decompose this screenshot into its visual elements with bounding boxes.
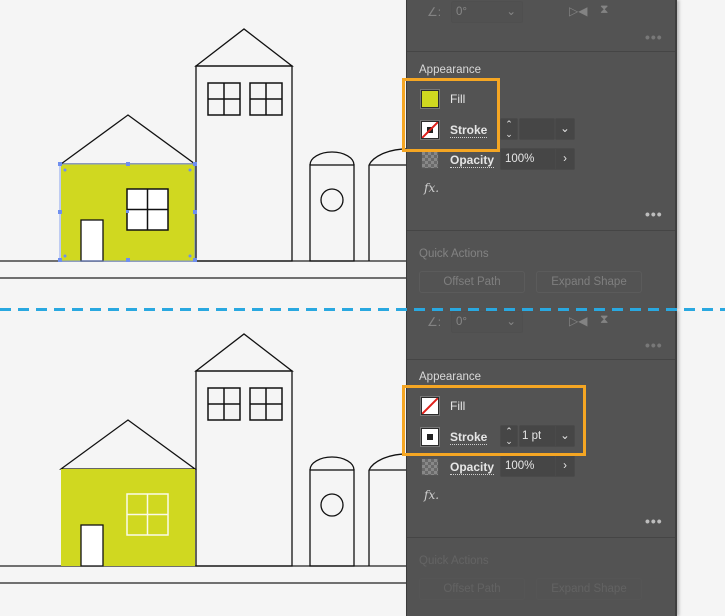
- offset-path-button[interactable]: Offset Path: [419, 271, 525, 293]
- stroke-weight-field[interactable]: [519, 118, 555, 140]
- rotate-angle-field[interactable]: 0° ⌄: [451, 311, 523, 333]
- before-state: ∠: 0° ⌄ ▷◀ ⧗ ••• Appearance Fill Stroke ⌃…: [0, 0, 725, 310]
- round-window: [320, 493, 344, 517]
- rotate-angle-field[interactable]: 0° ⌄: [451, 1, 523, 23]
- opacity-icon: [421, 458, 439, 476]
- fx-effects-button[interactable]: fx.: [424, 181, 439, 195]
- transform-more-button[interactable]: •••: [645, 337, 663, 353]
- tower-body: [195, 65, 293, 262]
- opacity-field[interactable]: 100%: [500, 148, 558, 170]
- expand-shape-button[interactable]: Expand Shape: [536, 271, 642, 293]
- arch-building-2-roof: [368, 453, 411, 471]
- opacity-expand-button[interactable]: ›: [555, 148, 575, 170]
- house-window: [126, 188, 169, 231]
- flip-vertical-icon[interactable]: ⧗: [600, 312, 608, 327]
- angle-icon: ∠:: [427, 5, 442, 19]
- quick-actions-title: Quick Actions: [419, 555, 489, 567]
- comparison-divider: [0, 308, 725, 311]
- appearance-more-button[interactable]: •••: [645, 206, 663, 222]
- appearance-title: Appearance: [419, 64, 482, 76]
- flip-horizontal-icon[interactable]: ▷◀: [569, 314, 587, 328]
- round-window: [320, 188, 344, 212]
- arch-building-body: [309, 164, 355, 262]
- stroke-weight-stepper[interactable]: ⌃ ⌄: [500, 118, 518, 140]
- properties-panel: ∠: 0° ⌄ ▷◀ ⧗ ••• Appearance Fill Stroke ⌃…: [406, 0, 677, 310]
- properties-panel: ∠: 0° ⌄ ▷◀ ⧗ ••• Appearance Fill Stroke ⌃…: [406, 310, 677, 616]
- offset-path-button[interactable]: Offset Path: [419, 578, 525, 600]
- opacity-icon: [421, 151, 439, 169]
- transform-more-button[interactable]: •••: [645, 29, 663, 45]
- opacity-label[interactable]: Opacity: [450, 460, 495, 475]
- stroke-weight-dropdown[interactable]: ⌄: [555, 118, 575, 140]
- flip-vertical-icon[interactable]: ⧗: [600, 2, 608, 17]
- house-roof: [59, 419, 197, 470]
- fx-effects-button[interactable]: fx.: [424, 488, 439, 502]
- appearance-title: Appearance: [419, 371, 482, 383]
- tower-roof: [194, 28, 294, 67]
- highlight-box: [402, 78, 500, 152]
- arch-building-roof: [309, 456, 355, 471]
- tower-window-right: [249, 82, 283, 116]
- expand-shape-button[interactable]: Expand Shape: [536, 578, 642, 600]
- appearance-more-button[interactable]: •••: [645, 513, 663, 529]
- house-door: [80, 219, 104, 262]
- highlight-box: [402, 385, 586, 456]
- chevron-down-icon[interactable]: ⌄: [506, 312, 516, 332]
- arch-building-body: [309, 469, 355, 567]
- tower-window-right: [249, 387, 283, 421]
- tower-window-left: [207, 387, 241, 421]
- house-door: [80, 524, 104, 567]
- flip-horizontal-icon[interactable]: ▷◀: [569, 4, 587, 18]
- opacity-label[interactable]: Opacity: [450, 153, 495, 168]
- chevron-down-icon[interactable]: ⌄: [506, 2, 516, 22]
- tower-window-left: [207, 82, 241, 116]
- house-roof: [59, 114, 197, 165]
- quick-actions-title: Quick Actions: [419, 248, 489, 260]
- opacity-field[interactable]: 100%: [500, 455, 558, 477]
- opacity-expand-button[interactable]: ›: [555, 455, 575, 477]
- angle-icon: ∠:: [427, 315, 442, 329]
- after-state: ∠: 0° ⌄ ▷◀ ⧗ ••• Appearance Fill Stroke ⌃…: [0, 310, 725, 616]
- tower-body: [195, 370, 293, 567]
- arch-building-roof: [309, 151, 355, 166]
- tower-roof: [194, 333, 294, 372]
